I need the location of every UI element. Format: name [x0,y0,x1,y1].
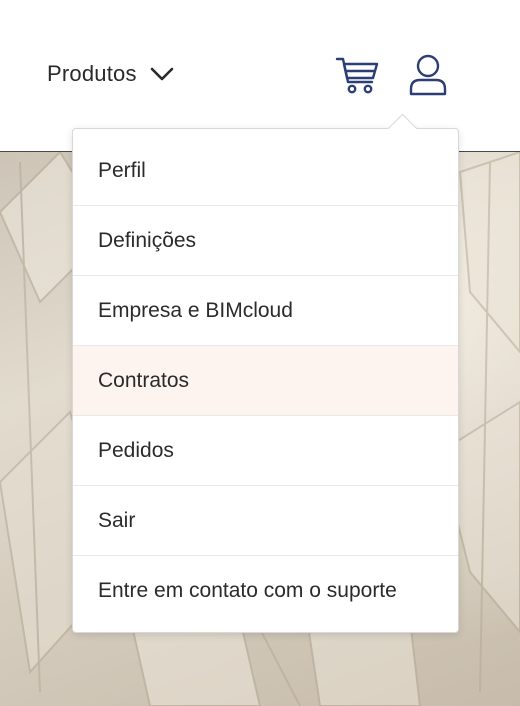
menu-item-contratos[interactable]: Contratos [73,346,458,416]
menu-item-perfil[interactable]: Perfil [73,136,458,206]
menu-item-definicoes[interactable]: Definições [73,206,458,276]
cart-button[interactable] [334,54,380,96]
user-icon [409,54,447,96]
shopping-cart-icon [335,57,379,94]
menu-item-empresa-bimcloud[interactable]: Empresa e BIMcloud [73,276,458,346]
menu-item-sair[interactable]: Sair [73,486,458,556]
menu-item-suporte[interactable]: Entre em contato com o suporte [73,556,458,626]
menu-item-pedidos[interactable]: Pedidos [73,416,458,486]
products-label: Produtos [47,61,137,86]
page: Produtos Perfil Definições Empresa e BIM… [0,0,520,706]
account-dropdown-menu: Perfil Definições Empresa e BIMcloud Con… [72,113,459,633]
user-account-button[interactable] [407,53,449,97]
chevron-down-icon [150,67,173,81]
products-menu-toggle[interactable]: Produtos [47,56,175,92]
account-menu-list: Perfil Definições Empresa e BIMcloud Con… [73,136,458,626]
